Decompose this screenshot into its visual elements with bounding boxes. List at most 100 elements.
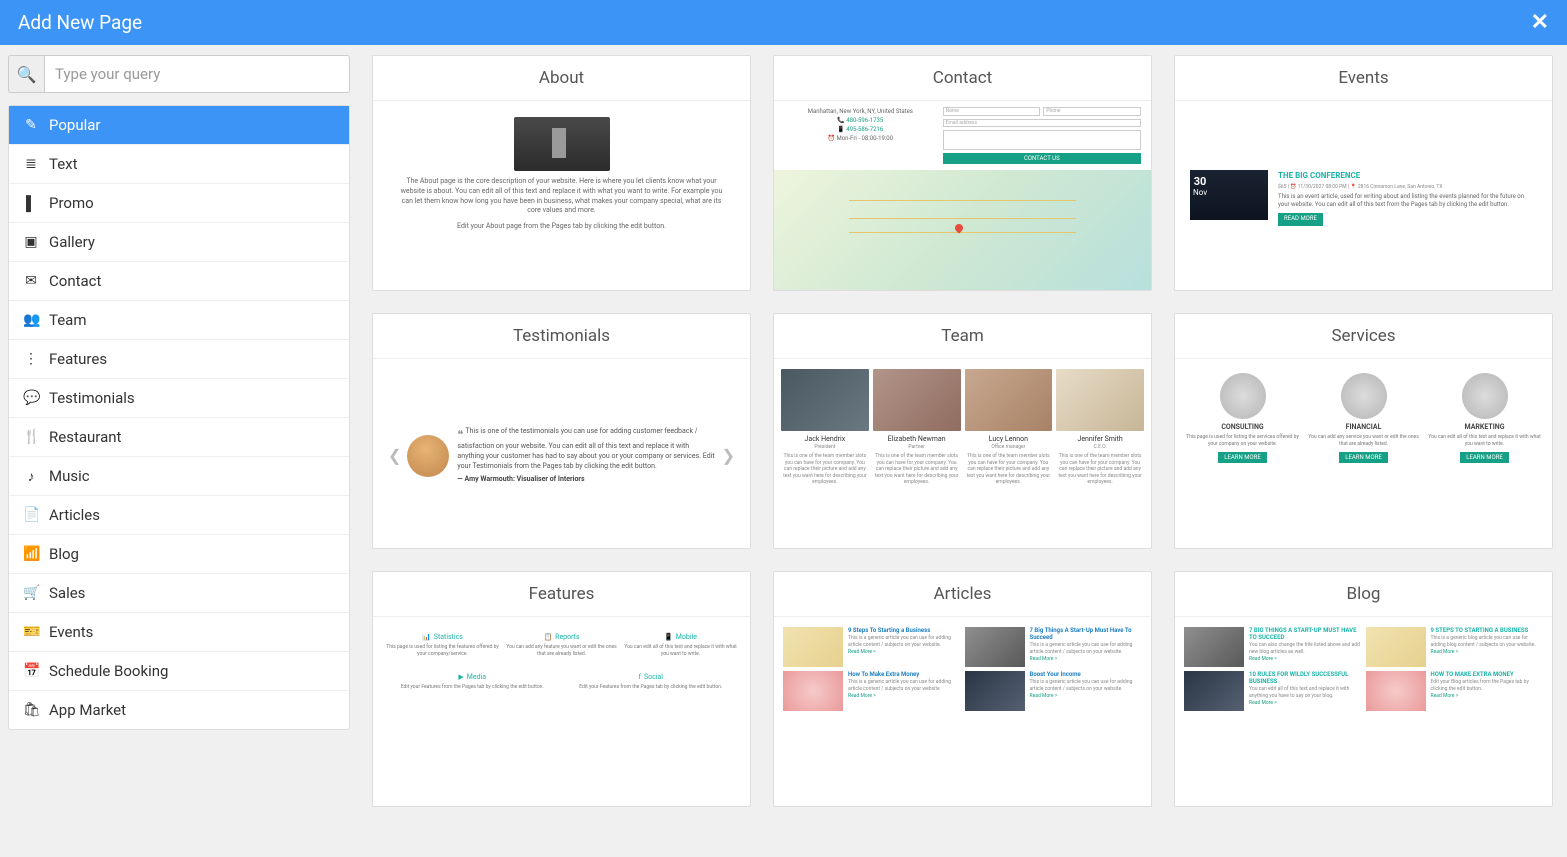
category-icon: 📅 [23,663,39,679]
article-text: This is a generic article you can use fo… [1030,642,1143,655]
card-title: Features [373,572,750,617]
category-item-blog[interactable]: 📶 Blog [9,535,349,574]
feature-icon: 📊 [422,633,431,641]
article-heading: 9 Steps To Starting a Business [848,627,961,634]
event-text: This is an event article, used for writi… [1278,193,1537,210]
map-preview [774,170,1151,290]
about-edit-hint: Edit your About page from the Pages tab … [439,222,684,232]
category-label: Schedule Booking [49,662,168,680]
team-bio: This is one of the team member slots you… [1056,453,1144,486]
category-item-promo[interactable]: ▌Promo [9,184,349,223]
template-grid: About The About page is the core descrip… [358,45,1567,857]
template-card-team[interactable]: Team Jack HendrixPresidentThis is one of… [773,313,1152,549]
category-icon: 📶 [23,546,39,562]
blog-heading: 9 STEPS TO STARTING A BUSINESS [1431,627,1544,634]
card-title: Services [1175,314,1552,359]
team-role: Partner [873,444,961,450]
phone-input: Phone [1043,107,1141,116]
template-card-testimonials[interactable]: Testimonials ❮ ❝This is one of the testi… [372,313,751,549]
search-input[interactable] [44,55,350,93]
feature-text: You can edit all of this text and replac… [624,644,737,657]
article-item: Boost Your IncomeThis is a generic artic… [965,671,1143,711]
template-card-about[interactable]: About The About page is the core descrip… [372,55,751,291]
contact-submit: CONTACT US [943,153,1141,164]
feature-heading: 📱 Mobile [624,633,737,641]
category-icon: 👥 [23,312,39,328]
sidebar: 🔍 ✎Popular≣Text▌Promo▣Gallery ✉ Contact 👥Te… [0,45,358,857]
category-item-contact[interactable]: ✉ Contact [9,262,349,301]
service-icon [1341,373,1387,419]
feature-item: f SocialEdit your Features from the Page… [565,673,738,691]
blog-thumbnail [1366,671,1426,711]
category-item-schedule-booking[interactable]: 📅 Schedule Booking [9,652,349,691]
category-icon: 🛒 [23,585,39,601]
blog-readmore: Read More > [1249,656,1362,662]
category-label: Restaurant [49,428,121,446]
article-thumbnail [965,627,1025,667]
template-card-articles[interactable]: Articles 9 Steps To Starting a Business T… [773,571,1152,807]
feature-heading: ▶ Media [386,673,559,681]
email-input: Email address [943,119,1141,127]
contact-info: Manhattan, New York, NY, United States 📞… [784,107,937,164]
blog-text: You can also change the title listed abo… [1249,642,1362,655]
team-member: Jack HendrixPresidentThis is one of the … [781,369,869,486]
card-title: Articles [774,572,1151,617]
search-icon[interactable]: 🔍 [8,55,44,93]
blog-thumbnail [1184,671,1244,711]
article-heading: How To Make Extra Money [848,671,961,678]
category-item-music[interactable]: ♪Music [9,457,349,496]
modal-header: Add New Page ✕ [0,0,1567,45]
article-readmore: Read More > [848,649,961,655]
category-icon: ✉ [23,273,39,289]
team-bio: This is one of the team member slots you… [965,453,1053,486]
team-role: C.E.O. [1056,444,1144,450]
blog-thumbnail [1366,627,1426,667]
team-photo [1056,369,1144,431]
category-label: Sales [49,584,85,602]
card-title: Contact [774,56,1151,101]
template-card-services[interactable]: Services CONSULTINGThis page is used for… [1174,313,1553,549]
category-icon: ▣ [23,234,39,250]
template-card-contact[interactable]: Contact Manhattan, New York, NY, United … [773,55,1152,291]
template-card-blog[interactable]: Blog 7 BIG THINGS A START-UP MUST HAVE T… [1174,571,1553,807]
category-item-restaurant[interactable]: 🍴Restaurant [9,418,349,457]
category-item-testimonials[interactable]: 💬Testimonials [9,379,349,418]
category-item-text[interactable]: ≣Text [9,145,349,184]
category-item-features[interactable]: ⋮Features [9,340,349,379]
about-text: The About page is the core description o… [378,177,745,216]
category-item-articles[interactable]: 📄Articles [9,496,349,535]
category-label: Blog [49,545,79,563]
team-name: Lucy Lennon [965,435,1053,443]
template-card-features[interactable]: Features 📊 StatisticsThis page is used f… [372,571,751,807]
template-card-events[interactable]: Events 30Nov THE BIG CONFERENCE $65 | ⏰ … [1174,55,1553,291]
article-heading: Boost Your Income [1030,671,1143,678]
category-item-events[interactable]: 🎫Events [9,613,349,652]
blog-readmore: Read More > [1431,693,1544,699]
event-readmore: READ MORE [1278,213,1323,225]
article-thumbnail [783,671,843,711]
about-thumbnail [514,117,610,171]
service-learnmore: LEARN MORE [1460,452,1509,463]
team-photo [965,369,1053,431]
category-item-sales[interactable]: 🛒 Sales [9,574,349,613]
blog-heading: 10 RULES FOR WILDLY SUCCESSFUL BUSINESS [1249,671,1362,685]
category-icon: 📄 [23,507,39,523]
team-member: Elizabeth NewmanPartnerThis is one of th… [873,369,961,486]
category-item-team[interactable]: 👥Team [9,301,349,340]
close-button[interactable]: ✕ [1531,10,1549,35]
category-item-gallery[interactable]: ▣Gallery [9,223,349,262]
article-readmore: Read More > [1030,656,1143,662]
category-item-app-market[interactable]: 🛍App Market [9,691,349,729]
feature-text: Edit your Features from the Pages tab by… [386,684,559,691]
category-item-popular[interactable]: ✎Popular [9,106,349,145]
card-title: Blog [1175,572,1552,617]
blog-text: This is a generic blog article you can u… [1431,635,1544,648]
category-label: Promo [49,194,94,212]
service-heading: CONSULTING [1184,423,1301,431]
article-item: 7 Big Things A Start-Up Must Have To Suc… [965,627,1143,667]
feature-icon: 📱 [664,633,673,641]
category-icon: ✎ [23,117,39,133]
blog-text: You can edit all of this text and replac… [1249,686,1362,699]
category-label: Contact [49,272,101,290]
blog-text: Edit your Blog articles from the Pages t… [1431,679,1544,692]
